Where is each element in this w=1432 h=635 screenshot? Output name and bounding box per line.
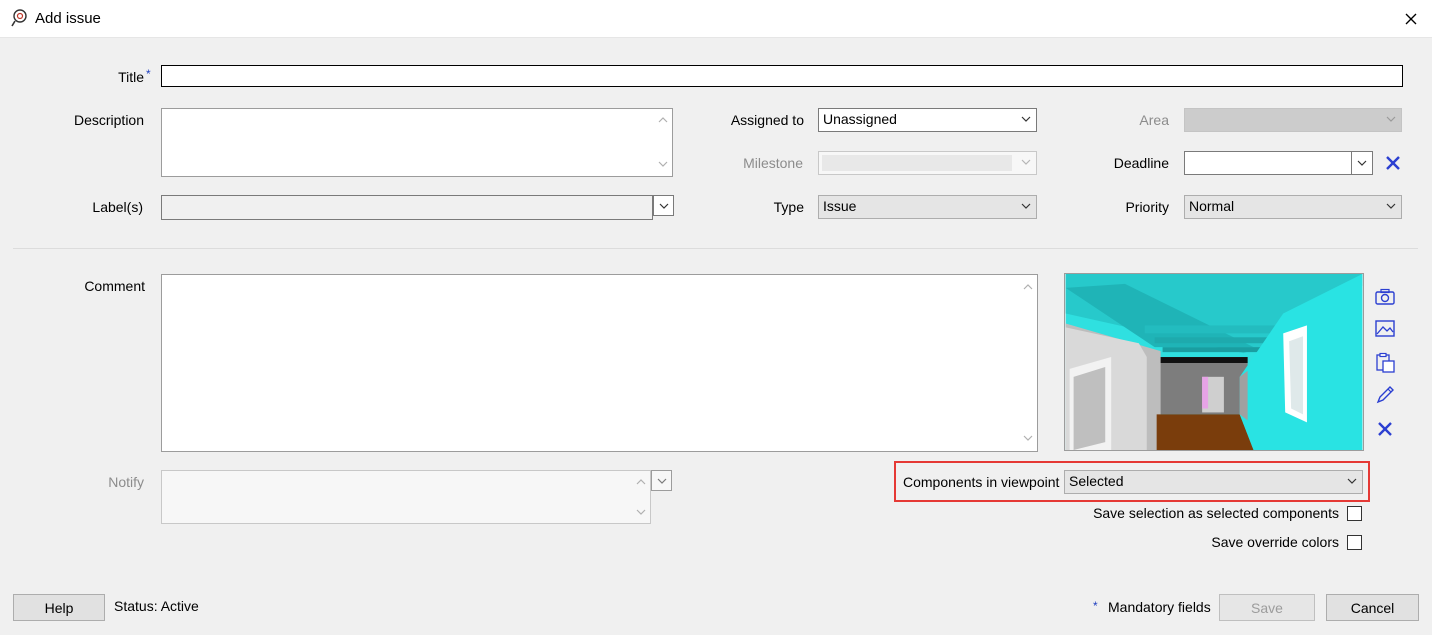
scroll-down-icon[interactable] bbox=[657, 159, 669, 169]
components-dropdown[interactable]: Selected bbox=[1064, 470, 1363, 494]
comment-label: Comment bbox=[84, 278, 145, 294]
chevron-down-icon bbox=[1021, 116, 1031, 122]
priority-value: Normal bbox=[1189, 198, 1235, 214]
deadline-input[interactable] bbox=[1184, 151, 1373, 175]
milestone-dropdown[interactable] bbox=[818, 151, 1037, 175]
help-button[interactable]: Help bbox=[13, 594, 105, 621]
title-input[interactable] bbox=[161, 65, 1403, 87]
labels-label: Label(s) bbox=[92, 199, 143, 215]
close-icon[interactable] bbox=[1398, 6, 1424, 32]
chevron-down-icon bbox=[1021, 203, 1031, 209]
area-label: Area bbox=[1139, 112, 1169, 128]
assigned-to-label: Assigned to bbox=[730, 112, 804, 128]
issue-icon bbox=[11, 9, 27, 27]
save-override-label: Save override colors bbox=[1211, 534, 1339, 550]
chevron-down-icon bbox=[1347, 478, 1357, 484]
save-selection-label: Save selection as selected components bbox=[1093, 505, 1339, 521]
chevron-down-icon bbox=[657, 478, 667, 484]
save-button[interactable]: Save bbox=[1219, 594, 1315, 621]
save-selection-checkbox[interactable] bbox=[1347, 506, 1362, 521]
paste-icon[interactable] bbox=[1374, 352, 1396, 374]
components-value: Selected bbox=[1069, 473, 1124, 489]
assigned-to-dropdown[interactable]: Unassigned bbox=[818, 108, 1037, 132]
section-separator bbox=[13, 248, 1418, 249]
pencil-icon[interactable] bbox=[1374, 384, 1396, 406]
save-override-checkbox[interactable] bbox=[1347, 535, 1362, 550]
notify-label: Notify bbox=[108, 474, 144, 490]
clear-deadline-icon[interactable] bbox=[1384, 154, 1402, 172]
priority-label: Priority bbox=[1125, 199, 1169, 215]
description-input[interactable] bbox=[161, 108, 673, 177]
mandatory-star: * bbox=[146, 67, 151, 81]
notify-input[interactable] bbox=[161, 470, 651, 524]
scroll-up-icon[interactable] bbox=[657, 115, 669, 125]
chevron-down-icon bbox=[1357, 160, 1367, 166]
mandatory-star-note: * bbox=[1093, 599, 1098, 613]
mandatory-fields-note: Mandatory fields bbox=[1108, 599, 1211, 615]
type-label: Type bbox=[773, 199, 804, 215]
assigned-to-value: Unassigned bbox=[823, 111, 897, 127]
components-label: Components in viewpoint bbox=[903, 474, 1060, 490]
chevron-down-icon bbox=[1386, 116, 1396, 122]
milestone-value-box bbox=[822, 155, 1012, 171]
chevron-down-icon bbox=[1021, 159, 1031, 165]
deadline-label: Deadline bbox=[1113, 155, 1169, 171]
camera-icon[interactable] bbox=[1374, 286, 1396, 308]
cancel-button[interactable]: Cancel bbox=[1326, 594, 1419, 621]
chevron-down-icon bbox=[1386, 203, 1396, 209]
title-label: Title bbox=[118, 69, 144, 85]
chevron-down-icon bbox=[659, 203, 669, 209]
scroll-up-icon[interactable] bbox=[1022, 282, 1034, 292]
milestone-label: Milestone bbox=[743, 155, 803, 171]
status-text: Status: Active bbox=[114, 598, 199, 614]
deadline-picker-button[interactable] bbox=[1351, 152, 1372, 174]
title-bar bbox=[0, 0, 1432, 38]
area-dropdown[interactable] bbox=[1184, 108, 1402, 132]
description-label: Description bbox=[73, 112, 144, 128]
type-value: Issue bbox=[823, 198, 857, 214]
priority-dropdown[interactable]: Normal bbox=[1184, 195, 1402, 219]
labels-dropdown-button[interactable] bbox=[653, 195, 674, 216]
type-dropdown[interactable]: Issue bbox=[818, 195, 1037, 219]
scroll-down-icon[interactable] bbox=[1022, 433, 1034, 443]
scroll-up-icon[interactable] bbox=[635, 477, 647, 487]
labels-input[interactable] bbox=[161, 195, 653, 220]
image-icon[interactable] bbox=[1374, 318, 1396, 340]
window-title: Add issue bbox=[35, 10, 101, 27]
delete-icon[interactable] bbox=[1374, 418, 1396, 440]
comment-input[interactable] bbox=[161, 274, 1038, 452]
scroll-down-icon[interactable] bbox=[635, 507, 647, 517]
viewpoint-snapshot bbox=[1064, 273, 1364, 451]
notify-dropdown-button[interactable] bbox=[651, 470, 672, 491]
